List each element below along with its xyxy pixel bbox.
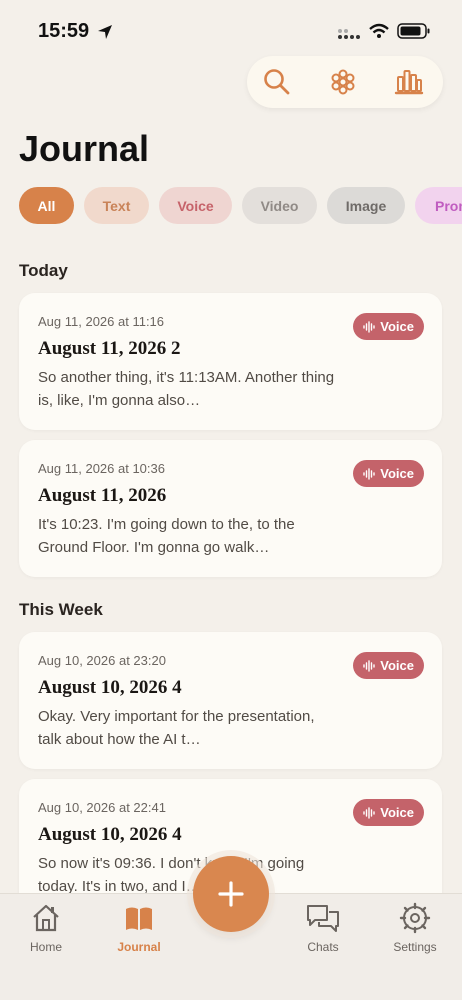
voice-badge: Voice (353, 460, 424, 487)
filter-chip-text[interactable]: Text (84, 187, 149, 224)
signal-icon (338, 29, 360, 39)
filter-chip-all[interactable]: All (19, 187, 74, 224)
entry-date: Aug 11, 2026 at 10:36 (38, 461, 165, 476)
tab-chats-label: Chats (307, 940, 339, 954)
waveform-icon (363, 467, 375, 480)
new-entry-button[interactable] (193, 856, 269, 932)
tab-settings[interactable]: Settings (375, 902, 455, 954)
search-button[interactable] (261, 66, 293, 98)
entry-date: Aug 10, 2026 at 22:41 (38, 800, 166, 815)
filter-chip-prom[interactable]: Prom (415, 187, 462, 224)
journal-entry-card[interactable]: Aug 11, 2026 at 10:36 August 11, 2026 It… (19, 440, 442, 577)
tab-journal-label: Journal (117, 940, 161, 954)
entry-excerpt: It's 10:23. I'm going down to the, to th… (38, 516, 295, 556)
waveform-icon (363, 320, 375, 333)
chat-bubbles-icon (307, 905, 339, 932)
filter-chip-video[interactable]: Video (242, 187, 317, 224)
wifi-icon (369, 23, 389, 38)
top-toolbar (247, 56, 443, 108)
voice-badge: Voice (353, 652, 424, 679)
entry-excerpt: So another thing, it's 11:13AM. Another … (38, 369, 335, 409)
entry-title: August 11, 2026 2 (38, 338, 181, 359)
voice-badge: Voice (353, 799, 424, 826)
plus-icon (218, 881, 244, 907)
filter-chips: All Text Voice Video Image Prom (19, 187, 462, 224)
badge-label: Voice (380, 658, 414, 673)
home-icon (33, 904, 59, 932)
page-title: Journal (19, 128, 150, 169)
tab-settings-label: Settings (393, 940, 437, 954)
filter-chip-voice[interactable]: Voice (159, 187, 232, 224)
entry-excerpt: Okay. Very important for the presentatio… (38, 708, 315, 748)
flower-icon (331, 69, 355, 95)
section-title-this-week: This Week (19, 600, 103, 619)
status-bar: 15:59 (0, 0, 462, 60)
section-title-today: Today (19, 261, 68, 280)
entry-title: August 10, 2026 4 (38, 677, 182, 698)
location-arrow-icon (98, 25, 112, 39)
entry-date: Aug 10, 2026 at 23:20 (38, 653, 166, 668)
gear-icon (399, 902, 431, 934)
voice-badge: Voice (353, 313, 424, 340)
entry-title: August 10, 2026 4 (38, 824, 182, 845)
entry-date: Aug 11, 2026 at 11:16 (38, 314, 165, 329)
status-time: 15:59 (38, 20, 90, 42)
book-icon (126, 907, 152, 930)
entry-excerpt: So now it's 09:36. I don't know I'm goin… (38, 855, 305, 895)
tab-home-label: Home (29, 940, 62, 954)
themes-button[interactable] (327, 66, 359, 98)
badge-label: Voice (380, 805, 414, 820)
tab-chats[interactable]: Chats (283, 902, 363, 954)
stats-button[interactable] (393, 66, 425, 98)
journal-entry-card[interactable]: Aug 11, 2026 at 11:16 August 11, 2026 2 … (19, 293, 442, 430)
battery-icon (397, 23, 430, 39)
entry-title: August 11, 2026 (38, 485, 167, 506)
tab-home[interactable]: Home (6, 902, 86, 954)
badge-label: Voice (380, 466, 414, 481)
waveform-icon (363, 806, 375, 819)
waveform-icon (363, 659, 375, 672)
search-icon (264, 69, 290, 95)
journal-entry-card[interactable]: Aug 10, 2026 at 23:20 August 10, 2026 4 … (19, 632, 442, 769)
tab-journal[interactable]: Journal (99, 902, 179, 954)
badge-label: Voice (380, 319, 414, 334)
filter-chip-image[interactable]: Image (327, 187, 405, 224)
bar-chart-icon (394, 70, 424, 95)
